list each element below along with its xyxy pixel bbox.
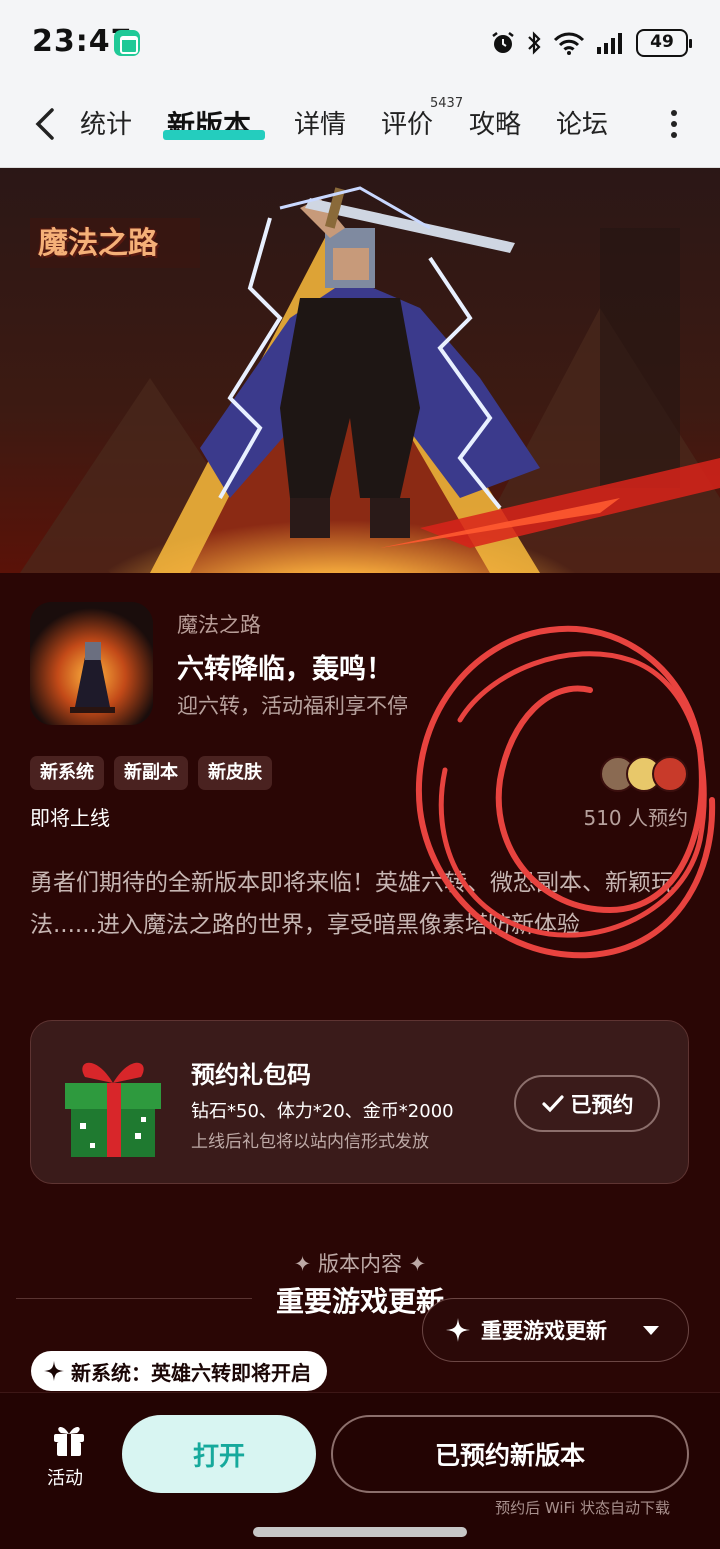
release-status: 即将上线 bbox=[30, 806, 110, 830]
gift-title: 预约礼包码 bbox=[191, 1061, 311, 1089]
gift-icon[interactable] bbox=[50, 1420, 88, 1458]
version-description: 勇者们期待的全新版本即将来临！英雄六转、微恐副本、新颖玩法......进入魔法之… bbox=[30, 870, 674, 938]
new-system-chip[interactable]: 新系统：英雄六转即将开启 bbox=[31, 1351, 327, 1391]
sparkle-icon bbox=[43, 1360, 65, 1382]
tab-stats[interactable]: 统计 bbox=[80, 104, 132, 141]
more-options-icon[interactable] bbox=[668, 108, 680, 140]
tag-new-skin: 新皮肤 bbox=[198, 756, 272, 790]
gift-note: 上线后礼包将以站内信形式发放 bbox=[191, 1132, 429, 1152]
active-tab-indicator bbox=[163, 130, 265, 140]
gift-reserved-button[interactable]: 已预约 bbox=[514, 1075, 660, 1132]
tab-guides[interactable]: 攻略 bbox=[469, 104, 521, 141]
avatar bbox=[652, 756, 688, 792]
wifi-icon bbox=[553, 32, 585, 55]
tag-new-dungeon: 新副本 bbox=[114, 756, 188, 790]
app-notification-icon bbox=[114, 30, 140, 56]
open-button[interactable]: 打开 bbox=[122, 1415, 316, 1493]
version-subline: 迎六转，活动福利享不停 bbox=[177, 694, 408, 718]
game-app-icon[interactable] bbox=[30, 602, 153, 725]
filter-label: 重要游戏更新 bbox=[481, 1319, 607, 1343]
gift-items: 钻石*50、体力*20、金币*2000 bbox=[191, 1101, 454, 1122]
status-bar: 23:47 49 bbox=[0, 0, 720, 84]
gift-box-icon bbox=[65, 1062, 161, 1157]
tag-list: 新系统 新副本 新皮肤 bbox=[30, 756, 272, 790]
signal-icon bbox=[597, 33, 622, 54]
tab-reviews[interactable]: 评价 bbox=[381, 104, 433, 141]
check-icon bbox=[541, 1094, 564, 1112]
reserve-count: 510 人预约 bbox=[583, 806, 688, 830]
reserved-users-avatars bbox=[600, 756, 692, 794]
tab-details[interactable]: 详情 bbox=[294, 104, 346, 141]
reserved-version-button[interactable]: 已预约新版本 bbox=[331, 1415, 689, 1493]
home-indicator[interactable] bbox=[253, 1527, 467, 1537]
gift-reserved-label: 已预约 bbox=[570, 1092, 634, 1117]
sparkle-icon bbox=[446, 1318, 470, 1342]
tab-forum[interactable]: 论坛 bbox=[556, 104, 608, 141]
battery-icon: 49 bbox=[636, 29, 692, 57]
tag-new-system: 新系统 bbox=[30, 756, 104, 790]
hero-banner: 魔法之路 bbox=[0, 168, 720, 573]
game-logo: 魔法之路 bbox=[38, 226, 158, 261]
alarm-icon bbox=[492, 32, 514, 53]
game-name: 魔法之路 bbox=[177, 613, 261, 637]
top-nav: 统计 新版本 详情 评价 5437 攻略 论坛 bbox=[0, 84, 720, 168]
status-icons: 49 bbox=[490, 28, 692, 58]
bluetooth-icon bbox=[528, 31, 541, 55]
chip-label: 新系统：英雄六转即将开启 bbox=[71, 1360, 311, 1385]
activity-label[interactable]: 活动 bbox=[47, 1464, 83, 1490]
version-headline: 六转降临，轰鸣！ bbox=[177, 654, 393, 685]
back-arrow-icon[interactable] bbox=[30, 104, 64, 144]
update-filter-dropdown[interactable]: 重要游戏更新 bbox=[422, 1298, 689, 1362]
reservation-gift-card: 预约礼包码 钻石*50、体力*20、金币*2000 上线后礼包将以站内信形式发放… bbox=[30, 1020, 689, 1184]
review-count-badge: 5437 bbox=[430, 96, 464, 111]
section-label: ✦ 版本内容 ✦ bbox=[293, 1252, 427, 1276]
chevron-down-icon bbox=[643, 1325, 659, 1335]
auto-download-note: 预约后 WiFi 状态自动下载 bbox=[495, 1499, 670, 1517]
